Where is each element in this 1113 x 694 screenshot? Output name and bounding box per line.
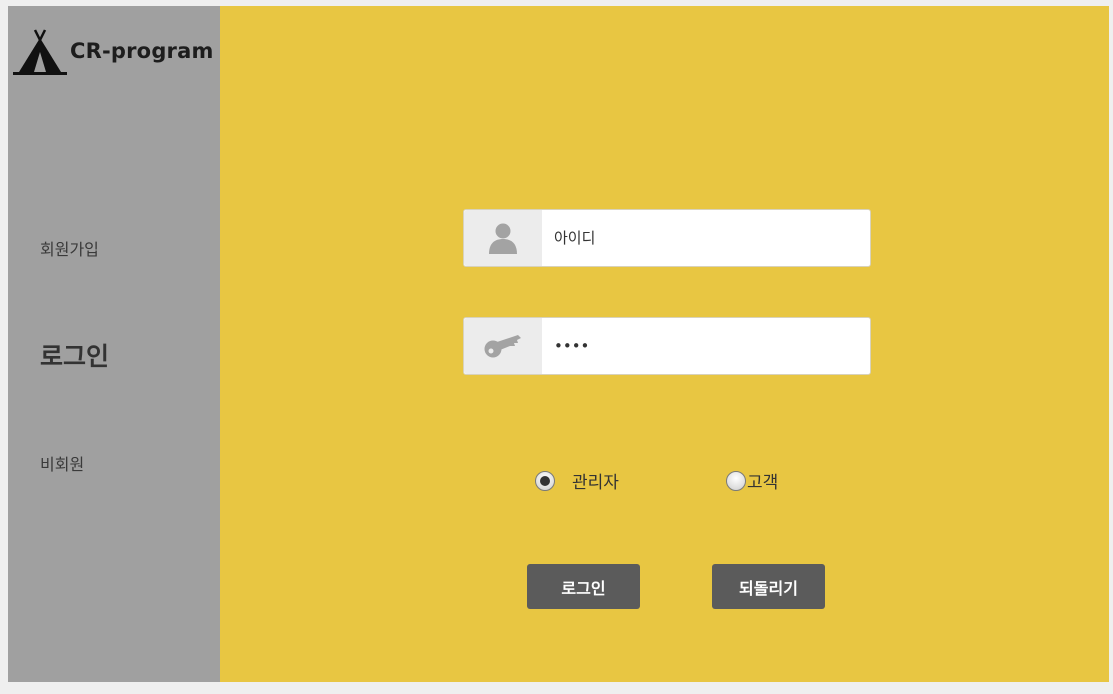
radio-customer-label: 고객 — [747, 473, 779, 493]
password-input[interactable] — [542, 318, 870, 374]
radio-selected-dot — [540, 475, 550, 486]
sidebar-item-guest[interactable]: 비회원 — [40, 451, 84, 475]
password-icon-box — [464, 318, 542, 374]
user-icon — [489, 223, 517, 254]
back-button[interactable]: 되돌리기 — [712, 564, 825, 609]
logo-text: CR-program — [70, 39, 214, 63]
sidebar-item-login[interactable]: 로그인 — [40, 337, 109, 373]
id-icon-box — [464, 210, 542, 266]
tent-icon — [13, 29, 67, 75]
login-button[interactable]: 로그인 — [527, 564, 640, 609]
logo: CR-program — [13, 28, 214, 76]
password-field — [463, 317, 871, 375]
radio-button-admin[interactable] — [535, 470, 555, 491]
id-field — [463, 209, 871, 267]
radio-customer[interactable]: 고객 — [726, 468, 778, 493]
radio-admin-label: 관리자 — [572, 473, 619, 493]
sidebar-item-signup[interactable]: 회원가입 — [40, 236, 99, 260]
radio-button-customer[interactable] — [726, 470, 746, 491]
key-icon — [484, 335, 521, 358]
app-window: CR-program 회원가입 로그인 비회원 아이디 관리자 고객 로그인 되… — [8, 6, 1109, 682]
sidebar: CR-program 회원가입 로그인 비회원 — [8, 6, 220, 682]
main-panel: 관리자 고객 로그인 되돌리기 — [220, 6, 1109, 682]
id-input[interactable] — [542, 210, 870, 266]
radio-admin[interactable]: 관리자 — [535, 468, 619, 493]
